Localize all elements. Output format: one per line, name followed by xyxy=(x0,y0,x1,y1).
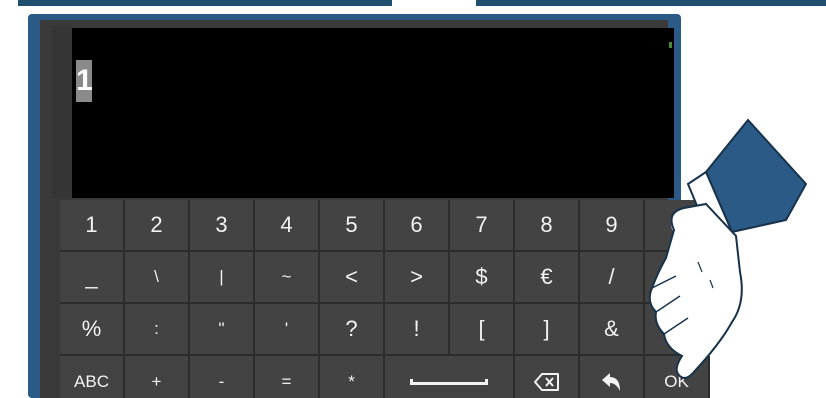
key-open-bracket[interactable]: [ xyxy=(450,304,515,354)
space-bar-icon xyxy=(410,379,488,385)
key-greater-than[interactable]: > xyxy=(385,252,450,302)
key-percent[interactable]: % xyxy=(60,304,125,354)
device-frame: 1 1 2 3 4 5 6 7 8 9 0 xyxy=(28,14,710,398)
status-indicator xyxy=(669,42,672,48)
typed-character: 1 xyxy=(76,60,93,102)
key-2[interactable]: 2 xyxy=(125,200,190,250)
key-exclamation[interactable]: ! xyxy=(385,304,450,354)
undo-arrow-icon xyxy=(601,373,620,391)
key-equals[interactable]: = xyxy=(255,356,320,398)
keyboard-row-4: ABC + - = * OK xyxy=(60,356,710,398)
key-3[interactable]: 3 xyxy=(190,200,255,250)
backspace-button[interactable] xyxy=(515,356,580,398)
space-bar-button[interactable] xyxy=(385,356,515,398)
key-colon[interactable]: : xyxy=(125,304,190,354)
key-4[interactable]: 4 xyxy=(255,200,320,250)
key-plus[interactable]: + xyxy=(125,356,190,398)
text-display[interactable]: 1 xyxy=(72,28,674,198)
key-1[interactable]: 1 xyxy=(60,200,125,250)
key-underscore[interactable]: _ xyxy=(60,252,125,302)
top-strip-right xyxy=(476,0,826,6)
key-asterisk[interactable]: * xyxy=(320,356,385,398)
pointing-hand-icon xyxy=(648,118,808,379)
keyboard-row-3: % : " ' ? ! [ ] & xyxy=(60,304,710,356)
virtual-keyboard: 1 2 3 4 5 6 7 8 9 0 _ \ | ~ < xyxy=(60,200,710,398)
key-apostrophe[interactable]: ' xyxy=(255,304,320,354)
key-5[interactable]: 5 xyxy=(320,200,385,250)
key-euro[interactable]: € xyxy=(515,252,580,302)
key-backslash[interactable]: \ xyxy=(125,252,190,302)
screen-bezel xyxy=(52,26,72,198)
app-stage: 1 1 2 3 4 5 6 7 8 9 0 xyxy=(0,0,826,398)
key-pipe[interactable]: | xyxy=(190,252,255,302)
device-body: 1 1 2 3 4 5 6 7 8 9 0 xyxy=(40,20,710,398)
keyboard-row-2: _ \ | ~ < > $ € / @ xyxy=(60,252,710,304)
key-close-bracket[interactable]: ] xyxy=(515,304,580,354)
key-question[interactable]: ? xyxy=(320,304,385,354)
backspace-icon xyxy=(533,373,559,391)
key-6[interactable]: 6 xyxy=(385,200,450,250)
key-less-than[interactable]: < xyxy=(320,252,385,302)
key-8[interactable]: 8 xyxy=(515,200,580,250)
key-tilde[interactable]: ~ xyxy=(255,252,320,302)
keyboard-row-1: 1 2 3 4 5 6 7 8 9 0 xyxy=(60,200,710,252)
key-double-quote[interactable]: " xyxy=(190,304,255,354)
key-7[interactable]: 7 xyxy=(450,200,515,250)
abc-mode-button[interactable]: ABC xyxy=(60,356,125,398)
key-dollar[interactable]: $ xyxy=(450,252,515,302)
top-strip-left xyxy=(18,0,392,6)
key-minus[interactable]: - xyxy=(190,356,255,398)
